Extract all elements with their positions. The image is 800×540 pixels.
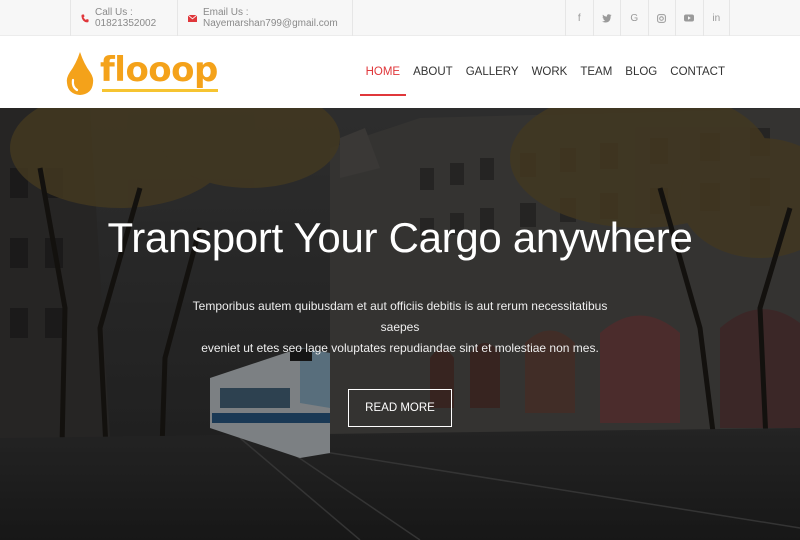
main-nav: HOME ABOUT GALLERY WORK TEAM BLOG CONTAC…	[353, 36, 725, 108]
facebook-icon[interactable]: f	[565, 0, 593, 36]
envelope-icon	[188, 14, 197, 22]
instagram-icon[interactable]	[647, 0, 676, 36]
twitter-icon[interactable]	[592, 0, 621, 36]
hero-title: Transport Your Cargo anywhere	[107, 214, 693, 261]
hero-banner: Transport Your Cargo anywhere Temporibus…	[0, 108, 800, 540]
logo-text: flooop	[100, 50, 218, 92]
email-text: Email Us : Nayemarshan799@gmail.com	[203, 7, 338, 29]
topbar: Call Us : 01821352002 Email Us : Nayemar…	[0, 0, 800, 36]
logo-underline	[102, 89, 218, 92]
google-icon[interactable]: G	[620, 0, 648, 36]
nav-blog[interactable]: BLOG	[625, 36, 657, 108]
phone-text: Call Us : 01821352002	[95, 7, 157, 29]
hero-text-line-2: eveniet ut etes seo lage voluptates repu…	[201, 341, 599, 355]
linkedin-icon[interactable]: in	[702, 0, 730, 36]
nav-home[interactable]: HOME	[359, 36, 406, 108]
nav-contact[interactable]: CONTACT	[670, 36, 725, 108]
nav-team[interactable]: TEAM	[580, 36, 612, 108]
drop-icon	[66, 52, 94, 95]
logo-wordmark: flooop	[100, 50, 218, 90]
nav-gallery[interactable]: GALLERY	[466, 36, 519, 108]
hero-text-line-1: Temporibus autem quibusdam et aut offici…	[192, 299, 608, 334]
email-contact: Email Us : Nayemarshan799@gmail.com	[177, 0, 353, 36]
youtube-icon[interactable]	[675, 0, 703, 36]
phone-icon	[81, 14, 89, 23]
logo[interactable]: flooop	[66, 50, 218, 96]
phone-contact: Call Us : 01821352002	[70, 0, 178, 36]
nav-work[interactable]: WORK	[532, 36, 568, 108]
social-links: f G in	[565, 0, 730, 36]
main-header: flooop HOME ABOUT GALLERY WORK TEAM BLOG…	[0, 36, 800, 108]
read-more-button[interactable]: READ MORE	[348, 389, 452, 427]
nav-about[interactable]: ABOUT	[413, 36, 453, 108]
hero-description: Temporibus autem quibusdam et aut offici…	[190, 296, 610, 359]
